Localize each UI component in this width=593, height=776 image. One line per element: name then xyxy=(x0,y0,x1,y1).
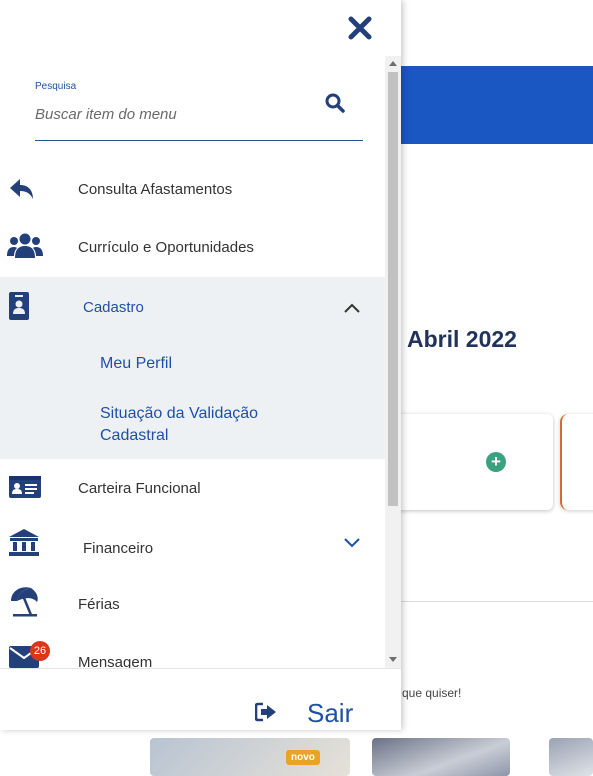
side-drawer: Pesquisa Consulta Afastamentos Currículo… xyxy=(0,0,401,730)
news-thumbnail[interactable] xyxy=(150,738,350,776)
close-icon[interactable] xyxy=(346,14,374,42)
beach-umbrella-icon xyxy=(11,587,38,617)
sign-out-icon xyxy=(255,702,276,722)
menu-item-financeiro[interactable]: Financeiro xyxy=(0,525,385,565)
bank-icon xyxy=(9,529,39,556)
menu-item-label: Consulta Afastamentos xyxy=(78,181,233,198)
menu-item-consulta-afastamentos[interactable]: Consulta Afastamentos xyxy=(0,170,385,210)
reply-arrow-icon xyxy=(10,179,33,199)
scroll-down-arrow[interactable] xyxy=(389,657,397,662)
menu-item-label: Financeiro xyxy=(83,540,154,557)
new-badge: novo xyxy=(286,750,320,765)
id-card-icon xyxy=(9,476,41,498)
menu-item-label: Currículo e Oportunidades xyxy=(78,239,254,256)
menu-scrollbar[interactable] xyxy=(385,56,401,668)
menu-item-carteira-funcional[interactable]: Carteira Funcional xyxy=(0,468,385,506)
menu-item-curriculo-oportunidades[interactable]: Currículo e Oportunidades xyxy=(0,227,385,267)
scroll-thumb[interactable] xyxy=(388,72,398,506)
menu-item-label: Férias xyxy=(78,596,120,613)
drawer-footer: Sair xyxy=(0,668,401,730)
logout-label: Sair xyxy=(307,698,354,728)
menu-item-ferias[interactable]: Férias xyxy=(0,585,385,623)
chevron-down-icon[interactable] xyxy=(343,537,361,549)
submenu-item-meu-perfil[interactable]: Meu Perfil xyxy=(100,353,172,375)
add-card[interactable] xyxy=(380,414,553,510)
info-card[interactable] xyxy=(560,414,593,510)
menu-item-cadastro[interactable]: Cadastro Meu Perfil Situação da Validaçã… xyxy=(0,277,385,459)
chevron-up-icon[interactable] xyxy=(343,302,361,314)
divider xyxy=(390,601,593,602)
menu-item-label: Cadastro xyxy=(83,299,144,316)
menu-item-label: Carteira Funcional xyxy=(78,480,201,497)
search-icon[interactable] xyxy=(324,92,346,114)
news-thumbnail[interactable] xyxy=(549,738,593,776)
users-icon xyxy=(7,233,43,258)
search-label: Pesquisa xyxy=(35,81,77,92)
tagline-text: que quiser! xyxy=(402,686,462,700)
header-bar xyxy=(390,66,593,144)
search-input[interactable] xyxy=(35,106,315,123)
news-thumbnail[interactable] xyxy=(372,738,510,776)
menu-item-mensagem[interactable]: 26 Mensagem xyxy=(0,640,385,671)
unread-count-badge: 26 xyxy=(30,641,50,661)
scroll-up-arrow[interactable] xyxy=(389,61,397,66)
add-icon[interactable]: + xyxy=(486,452,506,472)
submenu-item-situacao-validacao[interactable]: Situação da Validação Cadastral xyxy=(100,403,330,447)
search-underline xyxy=(35,140,363,141)
id-badge-icon xyxy=(9,292,29,320)
month-heading: Abril 2022 xyxy=(407,326,517,352)
